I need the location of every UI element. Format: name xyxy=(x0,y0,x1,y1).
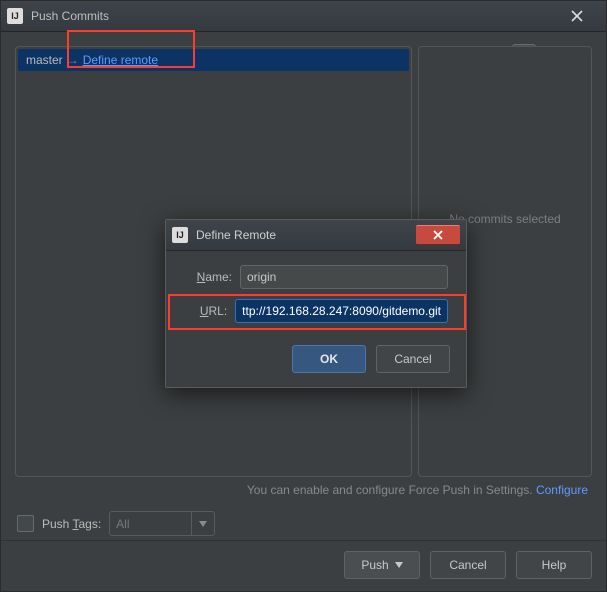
bottom-button-bar: Push Cancel Help xyxy=(1,540,606,591)
dialog-body: Name: origin URL: ttp://192.168.28.247:8… xyxy=(166,251,466,339)
push-tags-label-suffix: ags: xyxy=(78,517,101,531)
url-label-rest: RL: xyxy=(208,304,227,318)
push-tags-combo[interactable]: All xyxy=(109,511,215,536)
cancel-button[interactable]: Cancel xyxy=(430,551,506,579)
push-button-label: Push xyxy=(361,558,388,572)
name-label-rest: ame: xyxy=(205,270,232,284)
push-commits-window: IJ Push Commits xyxy=(0,0,607,592)
branch-row[interactable]: master → Define remote xyxy=(18,49,409,71)
ok-button[interactable]: OK xyxy=(292,345,366,373)
push-button[interactable]: Push xyxy=(344,551,420,579)
name-label-mnemonic: N xyxy=(197,270,206,284)
push-tags-label-prefix: Push xyxy=(42,517,72,531)
push-tags-combo-value: All xyxy=(110,517,191,531)
force-push-hint: You can enable and configure Force Push … xyxy=(15,477,592,497)
window-title: Push Commits xyxy=(31,9,554,23)
app-logo-icon: IJ xyxy=(7,8,23,24)
name-input[interactable]: origin xyxy=(240,265,448,289)
push-tags-checkbox[interactable] xyxy=(17,515,34,532)
push-tags-label: Push Tags: xyxy=(42,517,101,531)
define-remote-dialog: IJ Define Remote Name: origin URL: ttp:/… xyxy=(165,219,467,388)
branch-name: master xyxy=(26,53,63,67)
chevron-down-icon xyxy=(191,512,214,535)
dialog-close-button[interactable] xyxy=(416,225,460,245)
configure-link[interactable]: Configure xyxy=(536,483,588,497)
url-input[interactable]: ttp://192.168.28.247:8090/gitdemo.git xyxy=(235,299,448,323)
push-tags-row: Push Tags: All xyxy=(15,497,592,540)
url-label: URL: xyxy=(184,304,227,318)
url-row: URL: ttp://192.168.28.247:8090/gitdemo.g… xyxy=(184,299,448,323)
help-button[interactable]: Help xyxy=(516,551,592,579)
app-logo-icon: IJ xyxy=(172,227,188,243)
dialog-button-bar: OK Cancel xyxy=(166,339,466,387)
arrow-icon: → xyxy=(67,53,79,67)
name-row: Name: origin xyxy=(184,265,448,289)
dialog-titlebar: IJ Define Remote xyxy=(166,220,466,251)
define-remote-link[interactable]: Define remote xyxy=(83,53,158,67)
hint-text: You can enable and configure Force Push … xyxy=(247,483,536,497)
dialog-cancel-button[interactable]: Cancel xyxy=(376,345,450,373)
titlebar: IJ Push Commits xyxy=(1,1,606,32)
window-close-button[interactable] xyxy=(554,6,600,26)
name-label: Name: xyxy=(184,270,232,284)
dialog-title: Define Remote xyxy=(196,228,416,242)
